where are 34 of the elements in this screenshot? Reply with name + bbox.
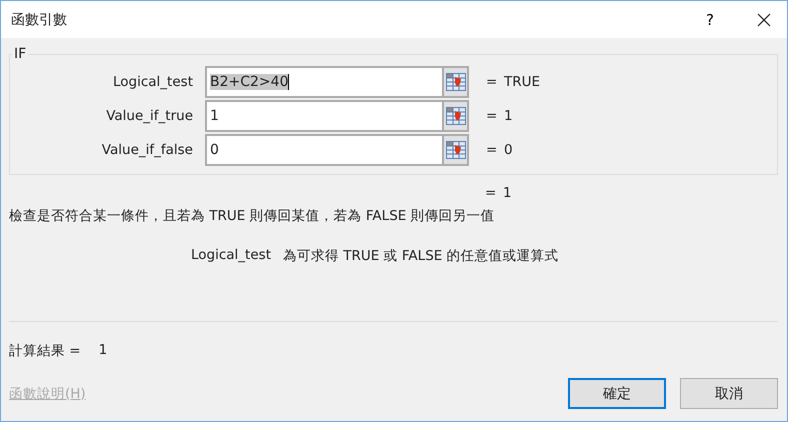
equals-sign: = <box>485 185 498 201</box>
window-title: 函數引數 <box>10 10 68 28</box>
argument-label: Logical_test <box>112 74 194 90</box>
input-field[interactable]: 1 <box>205 100 442 132</box>
argument-result: TRUE <box>504 74 540 90</box>
function-description: 檢查是否符合某一條件，且若為 TRUE 則傳回某值，若為 FALSE 則傳回另一值 <box>9 207 496 225</box>
grid-icon <box>446 141 466 159</box>
equals-sign: = <box>486 74 498 90</box>
argument-label: Value_if_false <box>100 142 194 158</box>
argument-result: 0 <box>504 142 513 158</box>
range-picker-button[interactable] <box>442 66 469 98</box>
equals-sign: = <box>486 108 498 124</box>
field-text: B2+C2>40 <box>210 74 290 90</box>
cancel-button[interactable]: 取消 <box>680 378 778 409</box>
grid-icon <box>446 107 466 125</box>
function-name: IF <box>13 46 28 62</box>
result-value: 1 <box>98 342 108 360</box>
field-text: 1 <box>210 108 219 124</box>
ok-button[interactable]: 確定 <box>568 378 666 409</box>
formula-result: 1 <box>503 185 512 201</box>
close-icon <box>757 12 771 26</box>
equals-sign: = <box>486 142 498 158</box>
argument-label: Value_if_true <box>105 108 194 124</box>
help-button[interactable]: ? <box>687 1 733 38</box>
argument-description: 為可求得 TRUE 或 FALSE 的任意值或運算式 <box>283 247 559 265</box>
result-label: 計算結果 = <box>9 342 81 360</box>
input-field[interactable]: 0 <box>205 134 442 166</box>
argument-result: 1 <box>504 108 513 124</box>
range-picker-button[interactable] <box>442 134 469 166</box>
range-picker-button[interactable] <box>442 100 469 132</box>
grid-icon <box>446 73 466 91</box>
field-text: 0 <box>210 142 219 158</box>
input-field[interactable]: B2+C2>40 <box>205 66 442 98</box>
argument-name: Logical_test <box>191 247 271 265</box>
